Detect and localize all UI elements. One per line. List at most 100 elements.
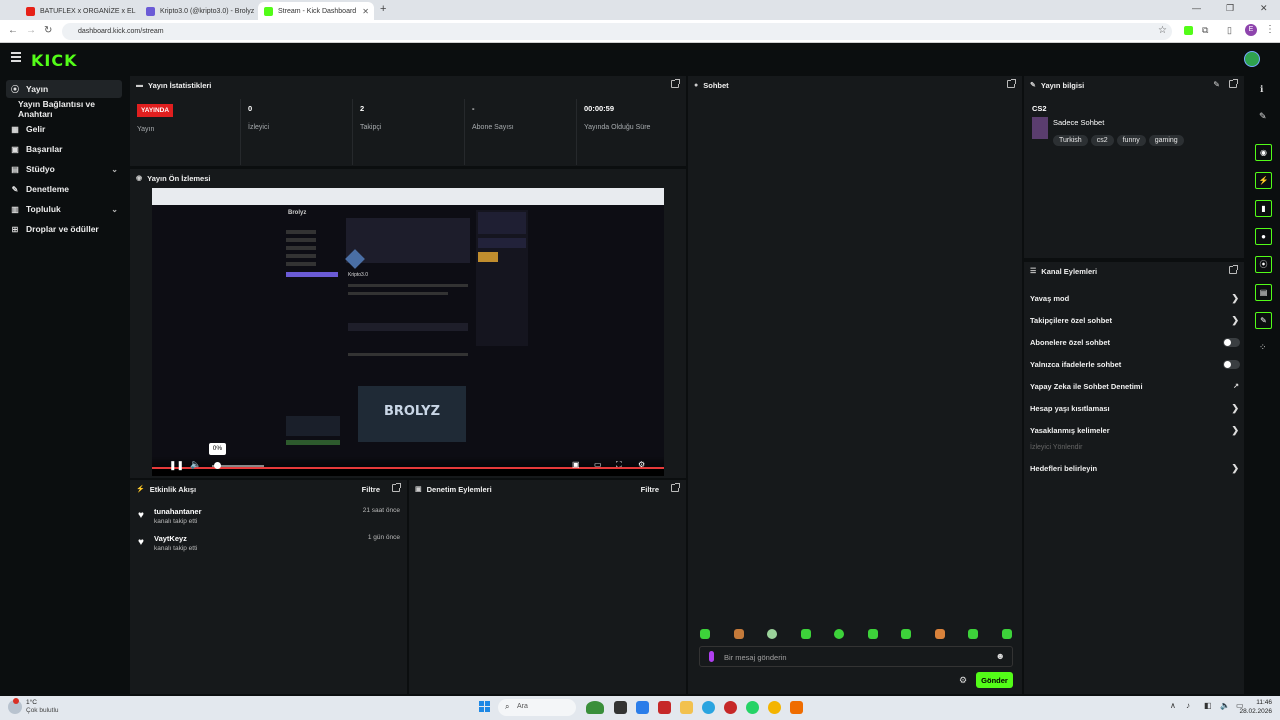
event-user[interactable]: tunahantaner: [154, 507, 202, 516]
action-ai-moderation[interactable]: Yapay Zeka ile Sohbet Denetimi ↗: [1030, 379, 1242, 393]
theater-icon[interactable]: ▭: [594, 460, 602, 469]
windows-start-icon[interactable]: [479, 701, 491, 713]
emote[interactable]: [968, 629, 979, 639]
emote[interactable]: [901, 629, 912, 639]
chrome-icon[interactable]: [768, 701, 781, 714]
task-view-icon[interactable]: [614, 701, 627, 714]
browser-menu-icon[interactable]: ⋮: [1265, 24, 1275, 35]
chat-message-field[interactable]: ☻: [699, 646, 1013, 667]
browser-tab-kick[interactable]: Stream - Kick Dashboard ✕: [258, 2, 374, 20]
emote[interactable]: [800, 629, 811, 639]
emote[interactable]: [1001, 629, 1012, 639]
minimize-icon[interactable]: —: [1192, 3, 1201, 13]
rail-layout-button[interactable]: ▤: [1255, 284, 1272, 301]
emote[interactable]: [700, 629, 710, 639]
back-icon[interactable]: ←: [8, 25, 18, 36]
app-icon-red[interactable]: [724, 701, 737, 714]
rail-chat-button[interactable]: ●: [1255, 228, 1272, 245]
kick-logo[interactable]: KICK: [31, 51, 78, 70]
volume-icon[interactable]: 🔈: [190, 459, 201, 470]
clock-date[interactable]: 28.02.2026: [1239, 708, 1272, 715]
popout-icon[interactable]: [1229, 265, 1238, 274]
emoji-icon[interactable]: ☻: [996, 651, 1005, 661]
whatsapp-icon[interactable]: [746, 701, 759, 714]
rail-document-button[interactable]: ▮: [1255, 200, 1272, 217]
emote[interactable]: [834, 629, 845, 639]
edit-pencil-icon[interactable]: ✎: [1213, 80, 1220, 89]
action-slow-mode[interactable]: Yavaş mod ❯: [1030, 291, 1242, 305]
tray-chevron-icon[interactable]: ∧: [1170, 701, 1176, 710]
edge-icon[interactable]: [636, 701, 649, 714]
extension-icon[interactable]: [1184, 26, 1193, 35]
popout-icon[interactable]: [671, 483, 680, 492]
emote[interactable]: [733, 629, 744, 639]
edit-pencil-icon[interactable]: ✎: [1259, 111, 1267, 122]
moderation-filter-button[interactable]: Filtre: [641, 485, 659, 494]
event-user[interactable]: VaytKeyz: [154, 534, 187, 543]
popout-icon[interactable]: [392, 483, 401, 492]
action-account-age[interactable]: Hesap yaşı kısıtlaması ❯: [1030, 401, 1242, 415]
new-tab-icon[interactable]: +: [380, 3, 386, 15]
video-player[interactable]: Brolyz Kripto3.0 BROLYZ ❚❚ 🔈 0% ▣ ▭ ⛶ ⚙: [152, 188, 664, 476]
close-tab-icon[interactable]: ✕: [254, 7, 256, 16]
sidebar-item-stream-key[interactable]: Yayın Bağlantısı ve Anahtarı: [6, 99, 122, 119]
mic-icon[interactable]: ♪: [1186, 701, 1190, 710]
tag[interactable]: Turkish: [1053, 135, 1088, 146]
sidebar-item-gelir[interactable]: ▦ Gelir: [6, 120, 122, 138]
popout-icon[interactable]: [671, 79, 680, 88]
rail-wrench-button[interactable]: ✎: [1255, 312, 1272, 329]
tag[interactable]: gaming: [1148, 135, 1184, 146]
bookmark-star-icon[interactable]: ☆: [1158, 25, 1167, 36]
app-icon-l[interactable]: [658, 701, 671, 714]
clock-time[interactable]: 11:46: [1256, 699, 1272, 706]
network-icon[interactable]: ◧: [1204, 701, 1212, 710]
rail-camera-button[interactable]: ◉: [1255, 144, 1272, 161]
settings-gear-icon[interactable]: ⚙: [638, 460, 645, 469]
rail-lightning-button[interactable]: ⚡: [1255, 172, 1272, 189]
subscribers-only-toggle[interactable]: [1223, 337, 1240, 347]
sidebar-item-denetleme[interactable]: ✎ Denetleme: [6, 180, 122, 198]
chat-input[interactable]: [724, 650, 984, 664]
browser-tab-brolyz[interactable]: Kripto3.0 (@kripto3.0) - Brolyz ✕: [140, 2, 256, 20]
volume-knob[interactable]: [214, 462, 221, 469]
action-followers-only[interactable]: Takipçilere özel sohbet ❯: [1030, 313, 1242, 327]
pip-icon[interactable]: ▣: [572, 460, 580, 469]
profile-avatar[interactable]: E: [1245, 24, 1257, 36]
close-tab-icon[interactable]: ✕: [356, 7, 369, 16]
popout-icon[interactable]: [1229, 79, 1238, 88]
emote[interactable]: [767, 629, 778, 639]
microphone-icon[interactable]: [709, 651, 714, 662]
chat-settings-gear-icon[interactable]: ⚙: [959, 675, 967, 686]
emote[interactable]: [934, 629, 945, 639]
close-window-icon[interactable]: ✕: [1260, 3, 1268, 14]
tag[interactable]: funny: [1116, 135, 1146, 146]
emote[interactable]: [867, 629, 878, 639]
tag[interactable]: cs2: [1090, 135, 1114, 146]
user-avatar[interactable]: [1244, 51, 1260, 67]
sidebar-item-yayin[interactable]: ⦿ Yayın: [6, 80, 122, 98]
extensions-puzzle-icon[interactable]: ⧉: [1202, 25, 1208, 36]
sidebar-item-topluluk[interactable]: ▥ Topluluk ⌄: [6, 200, 122, 218]
restore-icon[interactable]: ❐: [1226, 3, 1234, 14]
info-icon[interactable]: ℹ: [1260, 84, 1263, 95]
sidebar-item-basarilar[interactable]: ▣ Başarılar: [6, 140, 122, 158]
action-set-goals[interactable]: Hedefleri belirleyin ❯: [1030, 461, 1242, 475]
fullscreen-icon[interactable]: ⛶: [616, 460, 622, 470]
telegram-icon[interactable]: [702, 701, 715, 714]
browser-tab-youtube[interactable]: BATUFLEX x ORGANİZE x EL ✕: [20, 2, 138, 20]
close-tab-icon[interactable]: ✕: [136, 7, 138, 16]
emote-only-toggle[interactable]: [1223, 359, 1240, 369]
speaker-icon[interactable]: 🔈: [1220, 701, 1230, 710]
app-icon-orange[interactable]: [790, 701, 803, 714]
pause-icon[interactable]: ❚❚: [169, 460, 184, 471]
forward-icon[interactable]: →: [26, 25, 36, 36]
rail-broadcast-button[interactable]: ⦿: [1255, 256, 1272, 273]
file-explorer-icon[interactable]: [680, 701, 693, 714]
weather-temp[interactable]: 1°C: [26, 699, 37, 706]
sidebar-item-studyo[interactable]: ▤ Stüdyo ⌄: [6, 160, 122, 178]
add-widget-icon[interactable]: ⁘: [1259, 342, 1267, 353]
reload-icon[interactable]: ↻: [44, 25, 52, 36]
address-bar[interactable]: dashboard.kick.com/stream: [62, 23, 1172, 40]
app-icon[interactable]: [586, 701, 604, 714]
hamburger-menu-icon[interactable]: [11, 52, 21, 62]
